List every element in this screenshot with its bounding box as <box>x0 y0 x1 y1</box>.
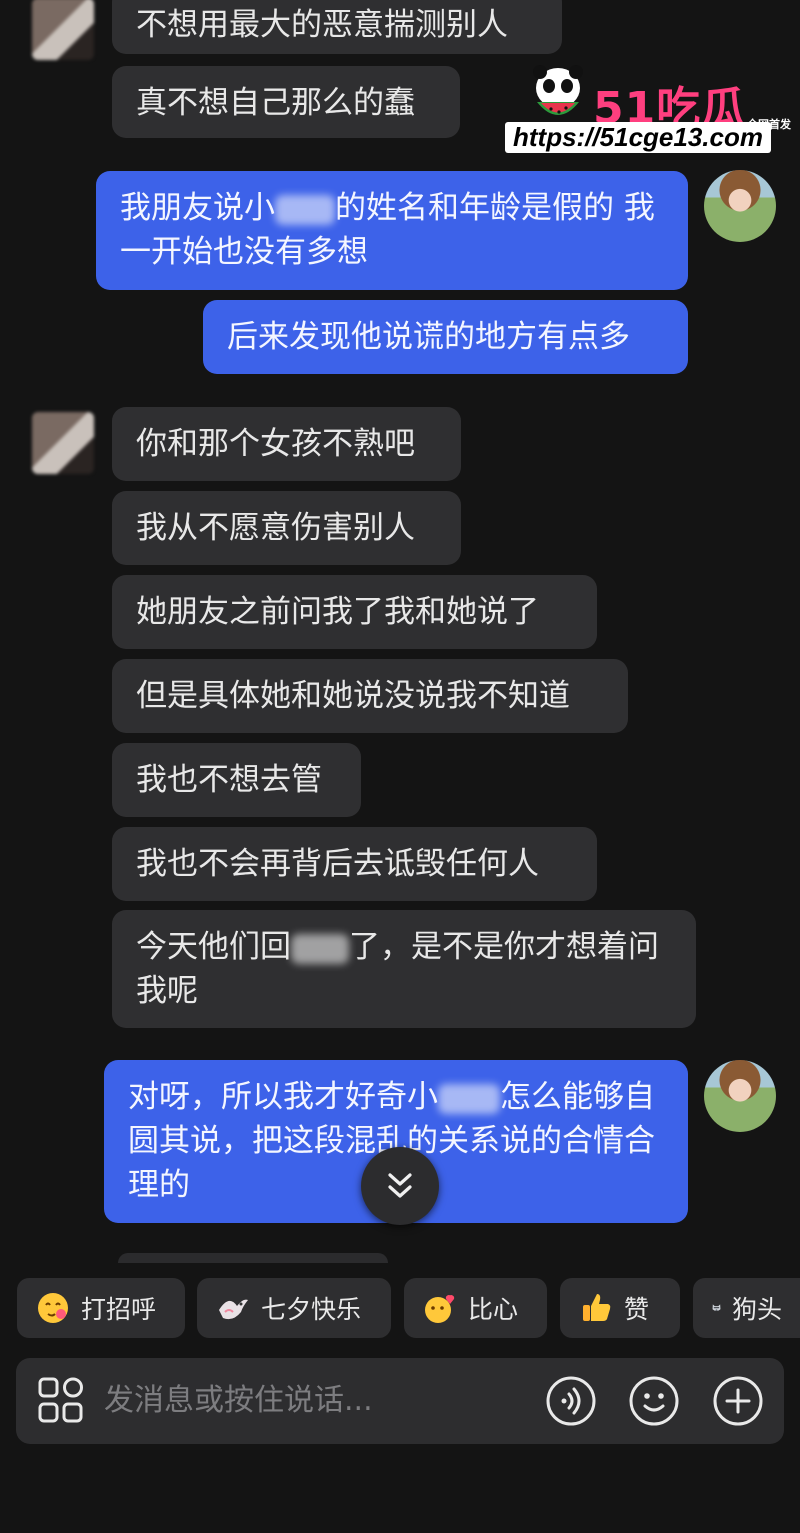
message-text: 她朋友之前问我了我和她说了 <box>136 594 539 630</box>
redacted-text <box>291 933 349 964</box>
watermark-url: https://51cge13.com <box>505 122 771 153</box>
message-text: 你和那个女孩不熟吧 <box>136 426 415 462</box>
message-text: 我也不想去管 <box>136 762 322 798</box>
quick-reply-doge[interactable]: 狗头 <box>693 1278 800 1338</box>
message-outgoing[interactable]: 后来发现他说谎的地方有点多 <box>203 300 688 374</box>
scroll-to-bottom-button[interactable] <box>361 1147 439 1225</box>
message-incoming[interactable]: 真不想自己那么的蠢 <box>112 66 460 138</box>
message-outgoing[interactable]: 我朋友说小 的姓名和年龄是假的 我一开始也没有多想 <box>96 171 688 290</box>
quick-reply-heart-hands[interactable]: 比心 <box>404 1278 547 1338</box>
chip-label: 比心 <box>468 1295 519 1324</box>
message-text: 我也不会再背后去诋毁任何人 <box>136 846 539 882</box>
emoji-icon[interactable] <box>628 1375 680 1427</box>
smiley-kiss-icon <box>38 1293 68 1323</box>
my-avatar[interactable] <box>704 170 776 242</box>
contact-avatar[interactable] <box>32 0 94 60</box>
site-watermark: 51吃瓜 全网首发 https://51cge13.com <box>505 62 795 162</box>
chip-label: 赞 <box>624 1295 650 1324</box>
message-text: 今天他们回 <box>136 929 291 965</box>
message-incoming[interactable]: 我也不想去管 <box>112 743 361 817</box>
redacted-name <box>438 1083 500 1114</box>
voice-input-icon[interactable] <box>545 1375 597 1427</box>
contact-avatar[interactable] <box>32 412 94 474</box>
message-text: 但是具体她和她说没说我不知道 <box>136 678 570 714</box>
message-text: 我从不愿意伤害别人 <box>136 510 415 546</box>
message-incoming[interactable]: 我也不会再背后去诋毁任何人 <box>112 827 597 901</box>
partial-message <box>118 1253 388 1263</box>
finger-heart-icon <box>425 1295 455 1323</box>
apps-grid-icon[interactable] <box>36 1375 88 1427</box>
message-incoming[interactable]: 今天他们回 了，是不是你才想着问我呢 <box>112 910 696 1028</box>
message-incoming[interactable]: 不想用最大的恶意揣测别人 <box>112 0 562 54</box>
my-avatar[interactable] <box>704 1060 776 1132</box>
chip-label: 打招呼 <box>81 1295 157 1324</box>
thumbs-up-icon <box>583 1294 611 1321</box>
add-icon[interactable] <box>712 1375 764 1427</box>
message-incoming[interactable]: 我从不愿意伤害别人 <box>112 491 461 565</box>
message-text: 我朋友说小 <box>120 190 275 226</box>
message-text: 后来发现他说谎的地方有点多 <box>227 319 630 355</box>
magpie-bird-icon <box>219 1299 248 1320</box>
chevron-double-down-icon <box>388 1173 412 1198</box>
quick-reply-like[interactable]: 赞 <box>560 1278 680 1338</box>
message-incoming[interactable]: 你和那个女孩不熟吧 <box>112 407 461 481</box>
redacted-name <box>275 194 335 225</box>
message-input[interactable] <box>104 1358 524 1444</box>
dog-head-icon <box>712 1304 721 1312</box>
message-incoming[interactable]: 但是具体她和她说没说我不知道 <box>112 659 628 733</box>
message-incoming[interactable]: 她朋友之前问我了我和她说了 <box>112 575 597 649</box>
quick-reply-qixi[interactable]: 七夕快乐 <box>197 1278 391 1338</box>
quick-reply-greet[interactable]: 打招呼 <box>17 1278 185 1338</box>
panda-mascot-icon <box>533 65 583 115</box>
message-text: 对呀，所以我才好奇小 <box>128 1079 438 1115</box>
chip-label: 狗头 <box>731 1295 782 1324</box>
message-text: 真不想自己那么的蠢 <box>136 85 415 121</box>
chip-label: 七夕快乐 <box>261 1295 362 1324</box>
message-composer <box>16 1358 784 1444</box>
message-text: 不想用最大的恶意揣测别人 <box>136 7 508 43</box>
